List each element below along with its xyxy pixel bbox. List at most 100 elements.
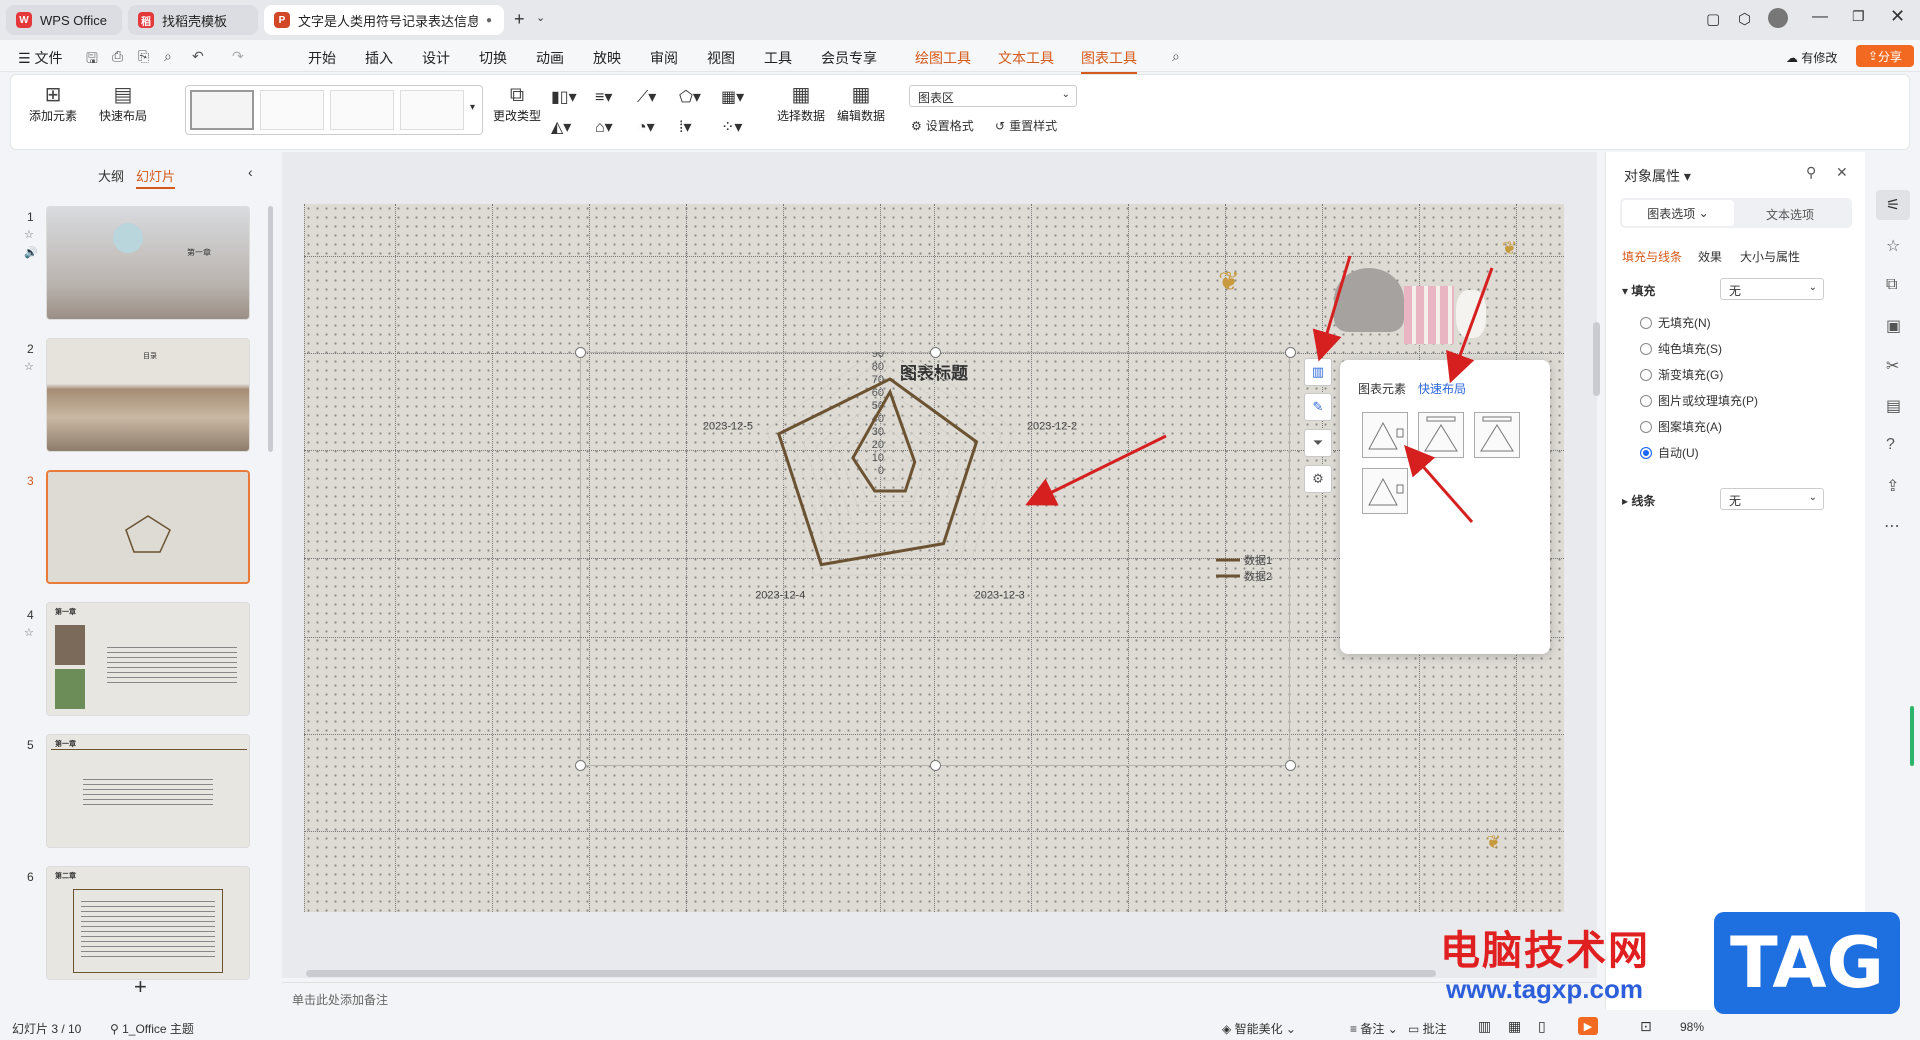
layout-option-4[interactable] <box>1362 468 1408 514</box>
scatter-chart-icon[interactable]: ⁞▾ <box>679 117 691 137</box>
chart-elements-button[interactable]: ▥ <box>1304 358 1332 386</box>
chart-style-4[interactable] <box>400 90 464 130</box>
menu-animation[interactable]: 动画 <box>536 48 564 68</box>
change-type-button[interactable]: ⧉ 更改类型 <box>493 83 541 124</box>
undo-icon[interactable]: ↶ <box>192 48 204 65</box>
add-slide-button[interactable]: + <box>134 974 147 1000</box>
theme-indicator[interactable]: ⚲ 1_Office 主题 <box>110 1020 194 1037</box>
slide-thumb-4[interactable]: 第一章 <box>46 602 250 716</box>
close-icon[interactable]: ✕ <box>1890 6 1905 27</box>
zoom-level[interactable]: 98% <box>1680 1020 1704 1034</box>
radio-gradient-fill[interactable]: 渐变填充(G) <box>1640 366 1723 383</box>
smart-beautify-button[interactable]: ◈ 智能美化 ⌄ <box>1222 1020 1296 1037</box>
set-format-button[interactable]: ⚙ 设置格式 <box>911 117 974 134</box>
layout-option-1[interactable] <box>1362 412 1408 458</box>
layout-option-2[interactable] <box>1418 412 1464 458</box>
stock-chart-icon[interactable]: ⌂▾ <box>595 117 613 137</box>
normal-view-icon[interactable]: ▥ <box>1478 1018 1491 1035</box>
comments-toggle[interactable]: ▭ 批注 <box>1408 1020 1447 1037</box>
chart-settings-button[interactable]: ⚙ <box>1304 465 1332 493</box>
tools-icon[interactable]: ✂ <box>1886 356 1899 376</box>
radar-chart-icon[interactable]: ⬠▾ <box>679 87 701 107</box>
chart-filter-button[interactable]: ⏷ <box>1304 429 1332 457</box>
pin-icon[interactable]: ⚲ <box>1806 164 1816 181</box>
sorter-view-icon[interactable]: ▦ <box>1508 1018 1521 1035</box>
menu-slideshow[interactable]: 放映 <box>593 48 621 68</box>
close-panel-icon[interactable]: ✕ <box>1836 164 1848 181</box>
modified-status[interactable]: ☁ 有修改 <box>1786 49 1837 66</box>
copy-icon[interactable]: ⧉ <box>1886 276 1897 294</box>
save-icon[interactable]: 🖫 <box>86 48 98 72</box>
layout-icon[interactable]: ▢ <box>1706 10 1720 28</box>
radar-chart[interactable]: 图表标题 0102030405060708090100 2023-12-1202… <box>580 352 1290 766</box>
slide-thumb-5[interactable]: 第一章 <box>46 734 250 848</box>
fit-icon[interactable]: ⊡ <box>1640 1018 1652 1035</box>
menu-design[interactable]: 设计 <box>422 48 450 68</box>
export-icon[interactable]: ⎙ <box>112 48 123 65</box>
bubble-chart-icon[interactable]: ⁘▾ <box>721 117 742 137</box>
chart-style-2[interactable] <box>260 90 324 130</box>
print-icon[interactable]: ⎘ <box>138 48 149 65</box>
tab-wps-office[interactable]: W WPS Office <box>6 5 122 35</box>
chart-style-button[interactable]: ✎ <box>1304 393 1332 421</box>
select-data-button[interactable]: ▦ 选择数据 <box>777 83 825 124</box>
menu-review[interactable]: 审阅 <box>650 48 678 68</box>
pie-chart-icon[interactable]: ◔▾ <box>637 117 655 137</box>
reading-view-icon[interactable]: ▯ <box>1538 1018 1546 1035</box>
horizontal-scrollbar[interactable] <box>306 970 1436 977</box>
layout-option-3[interactable] <box>1474 412 1520 458</box>
subtab-effects[interactable]: 效果 <box>1698 248 1722 265</box>
slide-thumb-6[interactable]: 第二章 <box>46 866 250 980</box>
chart-style-3[interactable] <box>330 90 394 130</box>
share-panel-icon[interactable]: ⇪ <box>1886 476 1899 496</box>
menu-tools[interactable]: 工具 <box>764 48 792 68</box>
search-icon[interactable]: ⌕ <box>1172 48 1180 65</box>
chart-legend[interactable]: 数据1数据2 <box>1216 553 1272 583</box>
star-icon[interactable]: ☆ <box>24 360 34 373</box>
preview-icon[interactable]: ⌕ <box>164 48 172 65</box>
redo-icon[interactable]: ↷ <box>232 48 244 65</box>
menu-text-tools[interactable]: 文本工具 <box>998 48 1054 68</box>
tab-document[interactable]: P 文字是人类用符号记录表达信息以 ● <box>264 5 504 35</box>
new-tab-icon[interactable]: + <box>514 9 525 30</box>
reset-style-button[interactable]: ↺ 重置样式 <box>995 117 1057 134</box>
collapse-panel-icon[interactable]: ‹ <box>248 164 253 180</box>
chart-style-1[interactable] <box>190 90 254 130</box>
minimize-icon[interactable]: — <box>1812 8 1828 26</box>
combo-chart-icon[interactable]: ▦▾ <box>721 87 744 107</box>
tab-text-options[interactable]: 文本选项 <box>1766 206 1814 223</box>
line-chart-icon[interactable]: ⟋▾ <box>637 87 656 107</box>
menu-view[interactable]: 视图 <box>707 48 735 68</box>
popup-tab-quick-layout[interactable]: 快速布局 <box>1418 380 1466 397</box>
star-icon[interactable]: ☆ <box>24 626 34 639</box>
radio-pattern-fill[interactable]: 图案填充(A) <box>1640 418 1722 435</box>
slide-thumb-1[interactable]: 第一章 <box>46 206 250 320</box>
menu-transition[interactable]: 切换 <box>479 48 507 68</box>
menu-insert[interactable]: 插入 <box>365 48 393 68</box>
more-icon[interactable]: ⋯ <box>1884 516 1900 536</box>
share-button[interactable]: ⇪ 分享 <box>1856 45 1914 67</box>
chart-area-select[interactable]: 图表区 ⌄ <box>909 85 1077 107</box>
bar-chart-icon[interactable]: ≡▾ <box>595 87 612 107</box>
chart-style-gallery[interactable]: ▾ <box>185 85 483 135</box>
chart-title[interactable]: 图表标题 <box>900 363 969 383</box>
popup-tab-elements[interactable]: 图表元素 <box>1358 380 1406 397</box>
radio-picture-fill[interactable]: 图片或纹理填充(P) <box>1640 392 1758 409</box>
help-icon[interactable]: ? <box>1886 436 1895 454</box>
properties-icon[interactable]: ⚟ <box>1876 190 1910 220</box>
cube-icon[interactable]: ⬡ <box>1738 10 1751 28</box>
menu-home[interactable]: 开始 <box>308 48 336 68</box>
restore-icon[interactable]: ❐ <box>1852 8 1865 25</box>
gallery-more-icon[interactable]: ▾ <box>470 102 475 113</box>
tab-chart-options[interactable]: 图表选项 ⌄ <box>1622 200 1734 226</box>
vertical-scrollbar[interactable] <box>1593 322 1600 396</box>
tab-template[interactable]: 稻 找稻壳模板 <box>128 5 258 35</box>
tab-outline[interactable]: 大纲 <box>98 166 124 185</box>
subtab-size-properties[interactable]: 大小与属性 <box>1740 248 1800 265</box>
chevron-down-icon[interactable]: ⌄ <box>536 11 545 24</box>
radio-auto-fill[interactable]: 自动(U) <box>1640 444 1699 461</box>
slide-thumb-2[interactable]: 目录 <box>46 338 250 452</box>
notes-toggle[interactable]: ≡ 备注 ⌄ <box>1350 1020 1398 1037</box>
radio-solid-fill[interactable]: 纯色填充(S) <box>1640 340 1722 357</box>
audio-icon[interactable]: 🔊 <box>24 246 38 259</box>
